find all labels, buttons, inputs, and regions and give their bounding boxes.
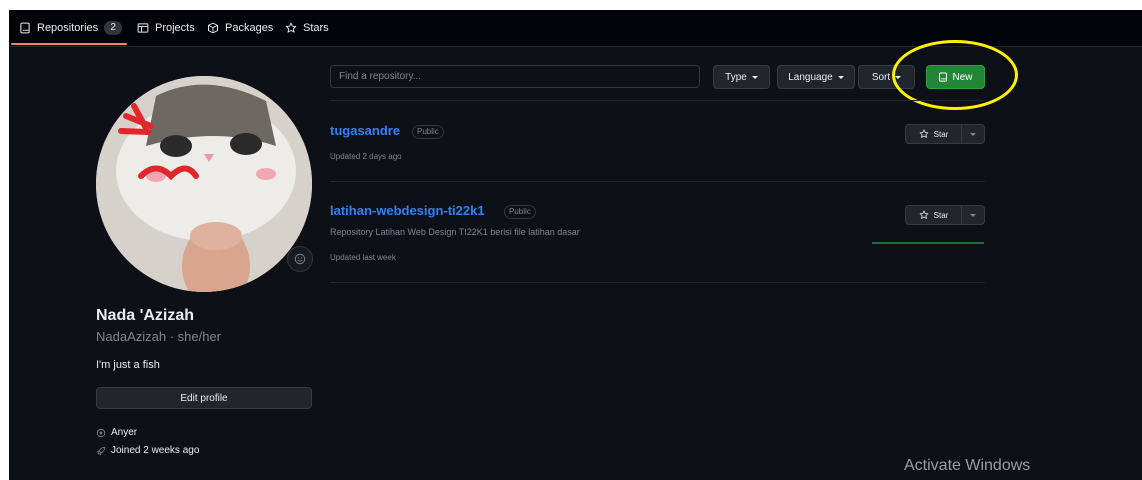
repo-activity-sparkline [872,242,984,244]
new-repository-label: New [952,71,973,83]
visibility-badge: Public [504,205,536,219]
type-filter-label: Type [725,71,747,83]
profile-location: Anyer [96,427,137,438]
star-button-label: Star [933,210,949,220]
package-icon [208,22,218,34]
edit-profile-button[interactable]: Edit profile [96,387,312,409]
repo-description: Repository Latihan Web Design TI22K1 ber… [330,227,580,237]
profile-joined: Joined 2 weeks ago [96,445,199,456]
chevron-down-icon [970,132,976,136]
tab-repositories-label: Repositories [37,22,99,34]
language-filter-button[interactable]: Language [777,65,855,89]
star-button[interactable]: Star [906,206,961,224]
star-icon [285,22,297,33]
smiley-icon [294,253,306,265]
chevron-down-icon [970,213,976,217]
star-icon [919,210,928,219]
github-profile-page: Repositories 2 Projects Packages Stars N… [9,10,1142,480]
location-icon [96,428,106,437]
profile-login-pronouns: NadaAzizah · she/her [96,329,222,344]
find-repository-input[interactable] [330,65,700,88]
profile-location-text: Anyer [111,427,138,438]
chevron-down-icon [895,75,902,79]
tab-projects[interactable]: Projects [137,10,195,46]
tab-stars-label: Stars [303,22,329,34]
list-divider [330,282,985,283]
avatar[interactable] [96,76,312,292]
tab-stars[interactable]: Stars [285,10,329,46]
active-tab-underline [11,43,127,45]
repo-name-link[interactable]: latihan-webdesign-ti22k1 [330,203,485,218]
repositories-count-badge: 2 [104,21,123,35]
profile-joined-text: Joined 2 weeks ago [111,445,200,456]
star-list-dropdown[interactable] [961,206,984,224]
profile-tab-nav: Repositories 2 Projects Packages Stars [9,10,1142,47]
edit-profile-label: Edit profile [180,392,228,404]
type-filter-button[interactable]: Type [713,65,770,89]
profile-full-name: Nada 'Azizah [96,307,195,324]
tab-packages-label: Packages [225,22,274,34]
star-button-group: Star [905,205,985,225]
sort-filter-button[interactable]: Sort [858,65,915,89]
star-button-label: Star [933,129,949,139]
cat-avatar-image [96,76,312,292]
chevron-down-icon [837,75,844,79]
tab-repositories[interactable]: Repositories 2 [19,10,123,46]
repo-icon [20,22,30,34]
tab-packages[interactable]: Packages [207,10,273,46]
visibility-badge: Public [412,125,444,139]
star-list-dropdown[interactable] [961,125,984,143]
repo-icon [939,72,948,82]
repo-updated-text: Updated last week [330,253,396,262]
sort-filter-label: Sort [871,71,891,83]
list-divider [330,100,985,101]
star-button[interactable]: Star [906,125,961,143]
profile-bio: I'm just a fish [96,359,160,371]
repo-updated-text: Updated 2 days ago [330,152,402,161]
chevron-down-icon [751,75,758,79]
set-status-button[interactable] [287,246,313,272]
new-repository-button[interactable]: New [926,65,985,89]
rocket-icon [96,446,106,455]
tab-projects-label: Projects [155,22,195,34]
list-divider [330,181,985,182]
language-filter-label: Language [788,71,833,83]
star-icon [919,129,928,138]
star-button-group: Star [905,124,985,144]
activate-windows-watermark: Activate Windows [904,457,1031,474]
repo-name-link[interactable]: tugasandre [330,123,400,138]
table-icon [137,23,149,33]
